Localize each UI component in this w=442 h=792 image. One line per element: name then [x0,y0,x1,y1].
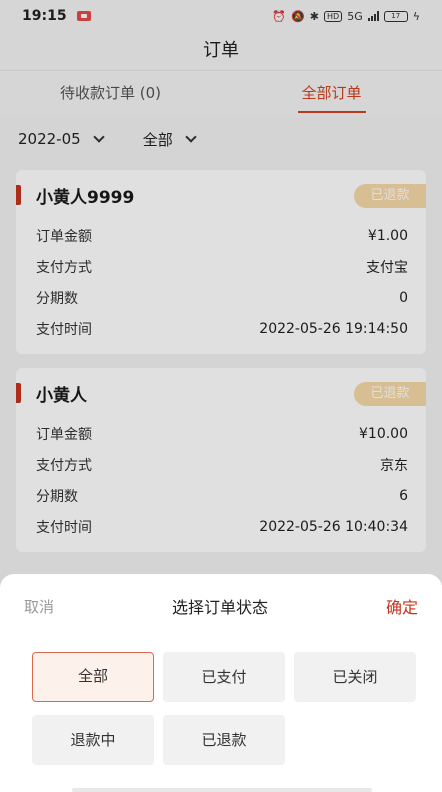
option-paid[interactable]: 已支付 [163,652,285,702]
option-refunding[interactable]: 退款中 [32,715,154,765]
picker-title: 选择订单状态 [171,598,268,617]
confirm-button[interactable]: 确定 [386,594,418,618]
option-refunded[interactable]: 已退款 [163,715,285,765]
option-closed[interactable]: 已关闭 [294,652,416,702]
home-indicator [72,788,372,792]
status-picker-sheet: 取消 选择订单状态 确定 全部 已支付 已关闭 退款中 已退款 [0,574,442,792]
option-all[interactable]: 全部 [32,652,154,702]
picker-header: 取消 选择订单状态 确定 [0,574,442,638]
cancel-button[interactable]: 取消 [24,596,54,617]
